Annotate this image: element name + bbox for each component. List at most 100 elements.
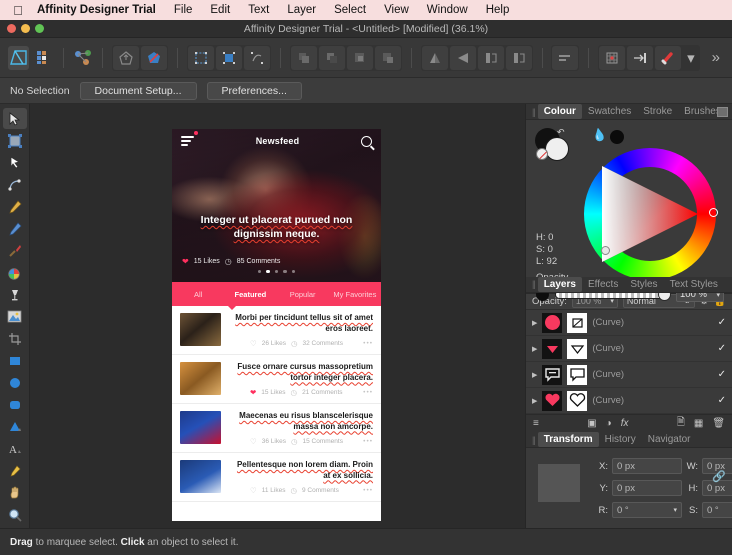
expand-arrow-icon[interactable]: ▶ — [532, 371, 537, 379]
menu-item-view[interactable]: View — [375, 4, 418, 16]
tab-swatches[interactable]: Swatches — [582, 104, 637, 119]
artboard-tool[interactable] — [3, 130, 27, 151]
tab-all[interactable]: All — [172, 290, 224, 299]
pager-dot[interactable] — [258, 270, 262, 274]
list-item[interactable]: Fusce ornare cursus massopretium tortor … — [172, 355, 381, 404]
expand-arrow-icon[interactable]: ▶ — [532, 397, 537, 405]
snapping-toggle-icon[interactable] — [627, 45, 654, 70]
flip-horizontal-icon[interactable] — [421, 45, 448, 70]
grid-settings-icon[interactable] — [599, 45, 626, 70]
chevron-down-icon[interactable]: ▾ — [673, 506, 677, 514]
close-button[interactable] — [7, 24, 16, 33]
flip-vertical-icon[interactable] — [449, 45, 476, 70]
post-more-icon[interactable]: ••• — [363, 389, 373, 396]
menu-item-select[interactable]: Select — [325, 4, 375, 16]
recent-colour-swatch[interactable] — [610, 130, 624, 144]
pencil-tool[interactable] — [3, 218, 27, 239]
crop-tool[interactable] — [3, 328, 27, 349]
effects-fx-icon[interactable]: fx — [621, 418, 629, 429]
text-tool[interactable]: A — [3, 438, 27, 459]
pager-dot[interactable] — [291, 270, 295, 274]
x-field[interactable]: 0 px — [612, 458, 682, 474]
tab-transform[interactable]: Transform — [537, 432, 599, 447]
geometry-subtract-icon[interactable] — [318, 45, 345, 70]
edit-mode-icon[interactable] — [243, 45, 270, 70]
panel-grip-icon[interactable]: || — [529, 435, 538, 445]
tab-navigator[interactable]: Navigator — [642, 432, 697, 447]
no-fill-icon[interactable] — [536, 148, 548, 160]
fill-swatch[interactable] — [545, 137, 569, 161]
triangle-cursor[interactable] — [601, 246, 610, 255]
rotate-left-icon[interactable] — [477, 45, 504, 70]
geometry-divide-icon[interactable] — [374, 45, 401, 70]
panel-options-icon[interactable] — [717, 107, 728, 117]
panel-grip-icon[interactable]: || — [529, 279, 538, 289]
rounded-rectangle-tool[interactable] — [3, 394, 27, 415]
maximize-button[interactable] — [35, 24, 44, 33]
menu-item-edit[interactable]: Edit — [201, 4, 239, 16]
pager-dot[interactable] — [274, 270, 279, 274]
geometry-intersect-icon[interactable] — [346, 45, 373, 70]
zoom-tool[interactable] — [3, 504, 27, 525]
post-more-icon[interactable]: ••• — [363, 438, 373, 445]
lock-children-icon[interactable] — [113, 45, 140, 70]
geometry-add-icon[interactable] — [290, 45, 317, 70]
menu-app-name[interactable]: Affinity Designer Trial — [28, 4, 165, 16]
link-dimensions-icon[interactable]: 🔗 — [712, 470, 726, 483]
tab-stroke[interactable]: Stroke — [637, 104, 678, 119]
eyedropper-icon[interactable]: 💧 — [591, 127, 608, 143]
panel-grip-icon[interactable]: || — [529, 107, 538, 117]
triangle-tool[interactable] — [3, 416, 27, 437]
preferences-button[interactable]: Preferences... — [206, 81, 302, 100]
minimize-button[interactable] — [21, 24, 30, 33]
list-item[interactable]: Morbi per tincidunt tellus sit of amet e… — [172, 306, 381, 355]
hue-ring-cursor[interactable] — [709, 208, 718, 217]
menu-item-text[interactable]: Text — [239, 4, 278, 16]
list-item[interactable]: Pellentesque non lorem diam. Proin at ex… — [172, 453, 381, 502]
menu-item-file[interactable]: File — [165, 4, 202, 16]
expand-arrow-icon[interactable]: ▶ — [532, 345, 537, 353]
tab-colour[interactable]: Colour — [537, 104, 582, 119]
transform-anchor-selector[interactable] — [538, 464, 580, 502]
hero-section[interactable]: Newsfeed Integer ut placerat purued non … — [172, 129, 381, 282]
new-pixel-layer-icon[interactable]: ▦ — [694, 418, 703, 429]
move-tool[interactable] — [2, 108, 27, 129]
affinity-logo-icon[interactable] — [8, 45, 29, 70]
menu-item-layer[interactable]: Layer — [278, 4, 325, 16]
colour-picker-tool[interactable] — [3, 262, 27, 283]
magnet-dropdown-caret-icon[interactable]: ▾ — [683, 49, 699, 67]
layer-visibility-checkbox[interactable]: ✓ — [718, 395, 726, 406]
document-setup-button[interactable]: Document Setup... — [79, 81, 197, 100]
y-field[interactable]: 0 px — [612, 480, 682, 496]
hero-pager[interactable] — [172, 270, 381, 274]
s-field[interactable]: 0 °▾ — [702, 502, 732, 518]
table-row[interactable]: ▶ (Curve) ✓ — [526, 336, 732, 362]
heart-outline-icon[interactable]: ♡ — [250, 437, 257, 446]
tab-popular[interactable]: Popular — [277, 290, 329, 299]
pager-dot[interactable] — [283, 270, 287, 274]
rectangle-tool[interactable] — [3, 350, 27, 371]
hamburger-menu-icon[interactable] — [181, 130, 198, 148]
apple-logo-icon[interactable]:  — [8, 4, 28, 17]
layer-visibility-checkbox[interactable]: ✓ — [718, 369, 726, 380]
toolbar-overflow-button[interactable]: » — [708, 49, 724, 66]
tab-effects[interactable]: Effects — [582, 277, 624, 292]
corner-tool[interactable] — [3, 174, 27, 195]
pager-dot-active[interactable] — [266, 270, 270, 274]
persona-export-icon[interactable] — [72, 46, 93, 70]
layer-visibility-checkbox[interactable]: ✓ — [718, 317, 726, 328]
heart-filled-icon[interactable]: ❤ — [250, 388, 256, 397]
table-row[interactable]: ▶ (Curve) ✓ — [526, 362, 732, 388]
hand-tool[interactable] — [3, 482, 27, 503]
layer-visibility-checkbox[interactable]: ✓ — [718, 343, 726, 354]
tab-layers[interactable]: Layers — [537, 276, 582, 292]
new-layer-icon[interactable]: 🗎 — [677, 415, 685, 432]
disable-snapping-icon[interactable] — [141, 45, 168, 70]
tab-text-styles[interactable]: Text Styles — [664, 277, 724, 292]
layer-stack-icon[interactable]: ≡ — [533, 418, 539, 429]
expand-arrow-icon[interactable]: ▶ — [532, 319, 537, 327]
list-item[interactable]: Maecenas eu risus blanscelerisque massa … — [172, 404, 381, 453]
delete-layer-icon[interactable]: 🗑 — [712, 418, 725, 429]
post-more-icon[interactable]: ••• — [363, 487, 373, 494]
fill-tool[interactable] — [3, 284, 27, 305]
